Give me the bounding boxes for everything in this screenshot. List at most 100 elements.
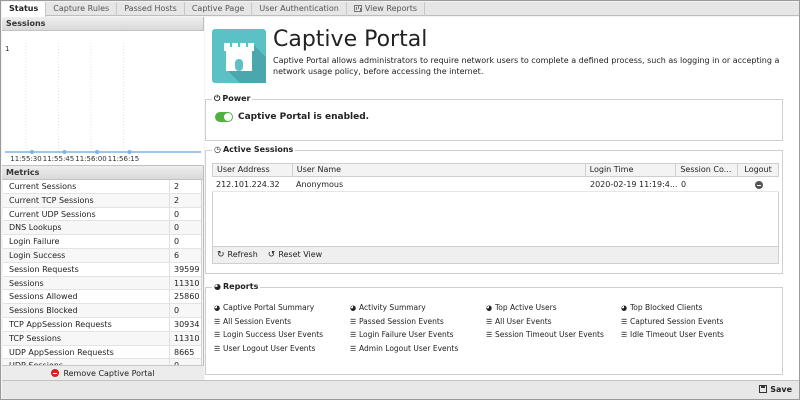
table-row[interactable]: 212.101.224.32 Anonymous 2020-02-19 11:1… [212, 178, 779, 192]
metric-name: Login Failure [3, 235, 170, 248]
list-icon: ☰ [350, 317, 357, 326]
report-link[interactable]: ☰ Login Failure User Events [350, 330, 454, 339]
column-header-user-name[interactable]: User Name [293, 164, 586, 176]
power-icon: ⏻ [214, 94, 221, 103]
remove-captive-portal-label: Remove Captive Portal [63, 369, 155, 378]
reports-legend-label: Reports [222, 282, 259, 291]
cell-user-name: Anonymous [296, 180, 344, 189]
x-tick-label: 11:55:30 [10, 155, 41, 163]
list-icon: ☰ [486, 317, 493, 326]
metrics-table: Current Sessions 2 Current TCP Sessions 2 … [3, 180, 202, 373]
report-link[interactable]: ◕ Activity Summary [350, 303, 426, 312]
metric-name: DNS Lookups [3, 221, 170, 235]
metric-name: Login Success [3, 248, 170, 262]
page-description: Captive Portal allows administrators to … [273, 56, 780, 76]
report-link[interactable]: ☰ Idle Timeout User Events [621, 330, 724, 339]
tab-user-authentication[interactable]: User Authentication [252, 2, 347, 16]
report-link-label: User Logout User Events [223, 343, 316, 353]
power-legend: ⏻ Power [212, 94, 253, 104]
report-link[interactable]: ☰ Session Timeout User Events [486, 330, 604, 339]
data-point [127, 150, 132, 154]
reports-row: ☰ Login Success User Events ☰ Login Failur… [214, 330, 779, 344]
report-link[interactable]: ◕ Captive Portal Summary [214, 303, 314, 312]
report-link-label: Top Active Users [495, 303, 557, 312]
reports-legend: ◕ Reports [212, 282, 261, 291]
save-button[interactable]: Save [759, 385, 792, 394]
tab-captive-page[interactable]: Captive Page [185, 2, 253, 16]
active-sessions-section: ◷ Active Sessions User Address User Name … [205, 145, 783, 274]
active-sessions-legend-label: Active Sessions [222, 145, 294, 154]
report-link-label: Login Failure User Events [359, 330, 454, 339]
column-header-logout[interactable]: Logout [738, 164, 778, 176]
pie-chart-icon: ◕ [214, 282, 221, 291]
left-column: Sessions 1 11:55:30 11:55:45 11:56:00 11:56:… [2, 17, 204, 380]
remove-captive-portal-button[interactable]: Remove Captive Portal [2, 365, 204, 380]
metric-value: 6 [174, 250, 180, 260]
column-header-user-address[interactable]: User Address [213, 164, 293, 176]
metric-value: 2 [174, 182, 180, 191]
metric-value: 11310 [174, 333, 200, 343]
page-title: Captive Portal [273, 27, 428, 52]
report-link[interactable]: ☰ Captured Session Events [621, 317, 723, 326]
report-link[interactable]: ☰ All Session Events [214, 317, 291, 326]
metric-name: TCP AppSession Requests [3, 317, 170, 331]
list-icon: ☰ [621, 317, 628, 326]
report-link-label: Top Blocked Clients [630, 303, 703, 312]
metric-row: UDP AppSession Requests 8665 [3, 345, 201, 360]
column-header-login-time[interactable]: Login Time [586, 164, 677, 176]
report-link[interactable]: ◕ Top Blocked Clients [621, 303, 702, 312]
metric-name: TCP Sessions [3, 331, 170, 345]
main-content: Captive Portal Captive Portal allows adm… [205, 17, 799, 380]
report-link[interactable]: ☰ User Logout User Events [214, 344, 315, 353]
list-icon: ☰ [350, 331, 357, 339]
reports-row: ☰ All Session Events ☰ Passed Session Even… [214, 317, 779, 331]
metric-name: Current UDP Sessions [3, 207, 170, 221]
metric-row: TCP Sessions 11310 [3, 331, 201, 346]
report-link[interactable]: ◕ Top Active Users [486, 303, 557, 312]
metric-row: Current UDP Sessions 0 [3, 207, 201, 222]
tab-view-reports[interactable]: View Reports [347, 2, 426, 16]
metric-row: Current TCP Sessions 2 [3, 193, 201, 208]
tab-passed-hosts[interactable]: Passed Hosts [117, 2, 185, 16]
logout-icon[interactable] [755, 181, 763, 189]
x-tick-label: 11:56:00 [75, 155, 106, 163]
metric-value: 2 [174, 195, 180, 205]
refresh-icon: ↻ [217, 250, 225, 260]
report-link[interactable]: ☰ Admin Logout User Events [350, 344, 458, 353]
cell-user-address: 212.101.224.32 [216, 180, 280, 189]
footer-bar: Save [2, 380, 799, 399]
reports-grid: ◕ Captive Portal Summary ◕ Activity Summar… [214, 303, 779, 357]
pie-chart-icon: ◕ [621, 304, 628, 312]
sessions-grid-header: User Address User Name Login Time Sessio… [212, 163, 779, 177]
report-link-label: All User Events [495, 316, 552, 326]
metric-value: 39599 [174, 264, 200, 274]
report-link-label: Admin Logout User Events [359, 343, 459, 353]
power-toggle[interactable] [215, 112, 233, 122]
report-link[interactable]: ☰ Login Success User Events [214, 330, 323, 339]
metric-name: Sessions Blocked [3, 304, 170, 317]
tab-status[interactable]: Status [2, 2, 47, 17]
power-legend-label: Power [222, 94, 251, 103]
cell-session-count: 0 [681, 180, 687, 189]
pie-chart-icon: ◕ [350, 304, 357, 312]
column-header-session-count[interactable]: Session Co... [676, 164, 739, 176]
save-icon [759, 385, 768, 393]
report-link[interactable]: ☰ All User Events [486, 317, 552, 326]
list-icon: ☰ [214, 331, 221, 339]
reset-view-button[interactable]: ↺ Reset View [268, 250, 322, 260]
tab-capture-rules[interactable]: Capture Rules [46, 2, 118, 16]
metric-name: Session Requests [3, 262, 170, 276]
metric-value: 0 [174, 306, 180, 316]
report-link-label: Captive Portal Summary [223, 303, 315, 312]
metrics-panel-title: Metrics [2, 166, 203, 180]
metric-value: 0 [174, 209, 180, 219]
refresh-button[interactable]: ↻ Refresh [217, 250, 258, 260]
data-point [62, 150, 67, 154]
reports-section: ◕ Reports ◕ Captive Portal Summary ◕ Activi… [205, 282, 783, 375]
report-link[interactable]: ☰ Passed Session Events [350, 317, 444, 326]
power-status-text: Captive Portal is enabled. [238, 112, 370, 122]
list-icon: ☰ [621, 331, 628, 339]
active-sessions-legend: ◷ Active Sessions [212, 145, 296, 154]
clock-icon: ◷ [214, 145, 221, 154]
report-link-label: Passed Session Events [359, 316, 444, 326]
